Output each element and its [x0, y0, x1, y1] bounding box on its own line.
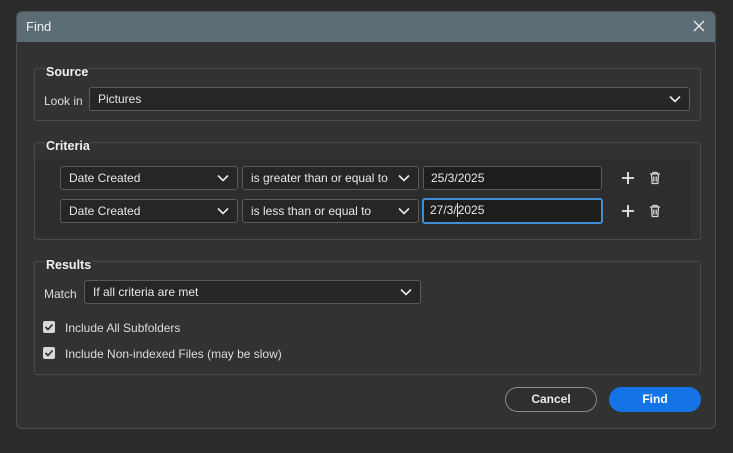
chevron-down-icon	[217, 207, 229, 215]
dialog-titlebar: Find	[17, 12, 715, 42]
criteria-field-value: Date Created	[69, 171, 141, 185]
criteria-value-text-end: 2025	[457, 203, 485, 217]
criteria-value-text-start: 27/3/	[430, 203, 457, 217]
checkmark-icon	[44, 323, 54, 331]
chevron-down-icon	[217, 174, 229, 182]
delete-criteria-icon[interactable]	[647, 203, 663, 219]
criteria-field-value: Date Created	[69, 204, 141, 218]
include-nonindexed-label[interactable]: Include Non-indexed Files (may be slow)	[65, 347, 282, 361]
source-title: Source	[45, 65, 90, 79]
checkmark-icon	[44, 349, 54, 357]
chevron-down-icon	[398, 174, 410, 182]
criteria-operator-value: is less than or equal to	[251, 204, 372, 218]
criteria-value-text: 25/3/2025	[431, 171, 485, 185]
criteria-title: Criteria	[45, 139, 91, 153]
look-in-label: Look in	[44, 94, 83, 108]
criteria-value-input[interactable]: 27/3/2025	[422, 198, 603, 224]
criteria-operator-dropdown[interactable]: is less than or equal to	[242, 199, 419, 223]
criteria-value-input[interactable]: 25/3/2025	[423, 166, 602, 190]
criteria-operator-dropdown[interactable]: is greater than or equal to	[242, 166, 419, 190]
find-dialog: Find Source Look in Pictures Criteria Da…	[16, 11, 716, 429]
match-label: Match	[44, 287, 77, 301]
cancel-button[interactable]: Cancel	[505, 387, 597, 412]
dialog-title: Find	[26, 19, 52, 34]
add-criteria-icon[interactable]	[620, 203, 636, 219]
criteria-field-dropdown[interactable]: Date Created	[60, 199, 238, 223]
chevron-down-icon	[400, 288, 412, 296]
criteria-operator-value: is greater than or equal to	[251, 171, 388, 185]
results-title: Results	[45, 258, 93, 272]
match-dropdown[interactable]: If all criteria are met	[84, 280, 421, 304]
chevron-down-icon	[398, 207, 410, 215]
look-in-value: Pictures	[98, 92, 142, 106]
criteria-field-dropdown[interactable]: Date Created	[60, 166, 238, 190]
chevron-down-icon	[669, 95, 681, 103]
include-nonindexed-checkbox[interactable]	[43, 347, 55, 359]
find-button[interactable]: Find	[609, 387, 701, 412]
look-in-dropdown[interactable]: Pictures	[89, 87, 690, 111]
add-criteria-icon[interactable]	[620, 170, 636, 186]
close-icon[interactable]	[691, 18, 707, 34]
delete-criteria-icon[interactable]	[647, 170, 663, 186]
include-subfolders-checkbox[interactable]	[43, 321, 55, 333]
include-subfolders-label[interactable]: Include All Subfolders	[65, 321, 180, 335]
match-value: If all criteria are met	[93, 285, 199, 299]
